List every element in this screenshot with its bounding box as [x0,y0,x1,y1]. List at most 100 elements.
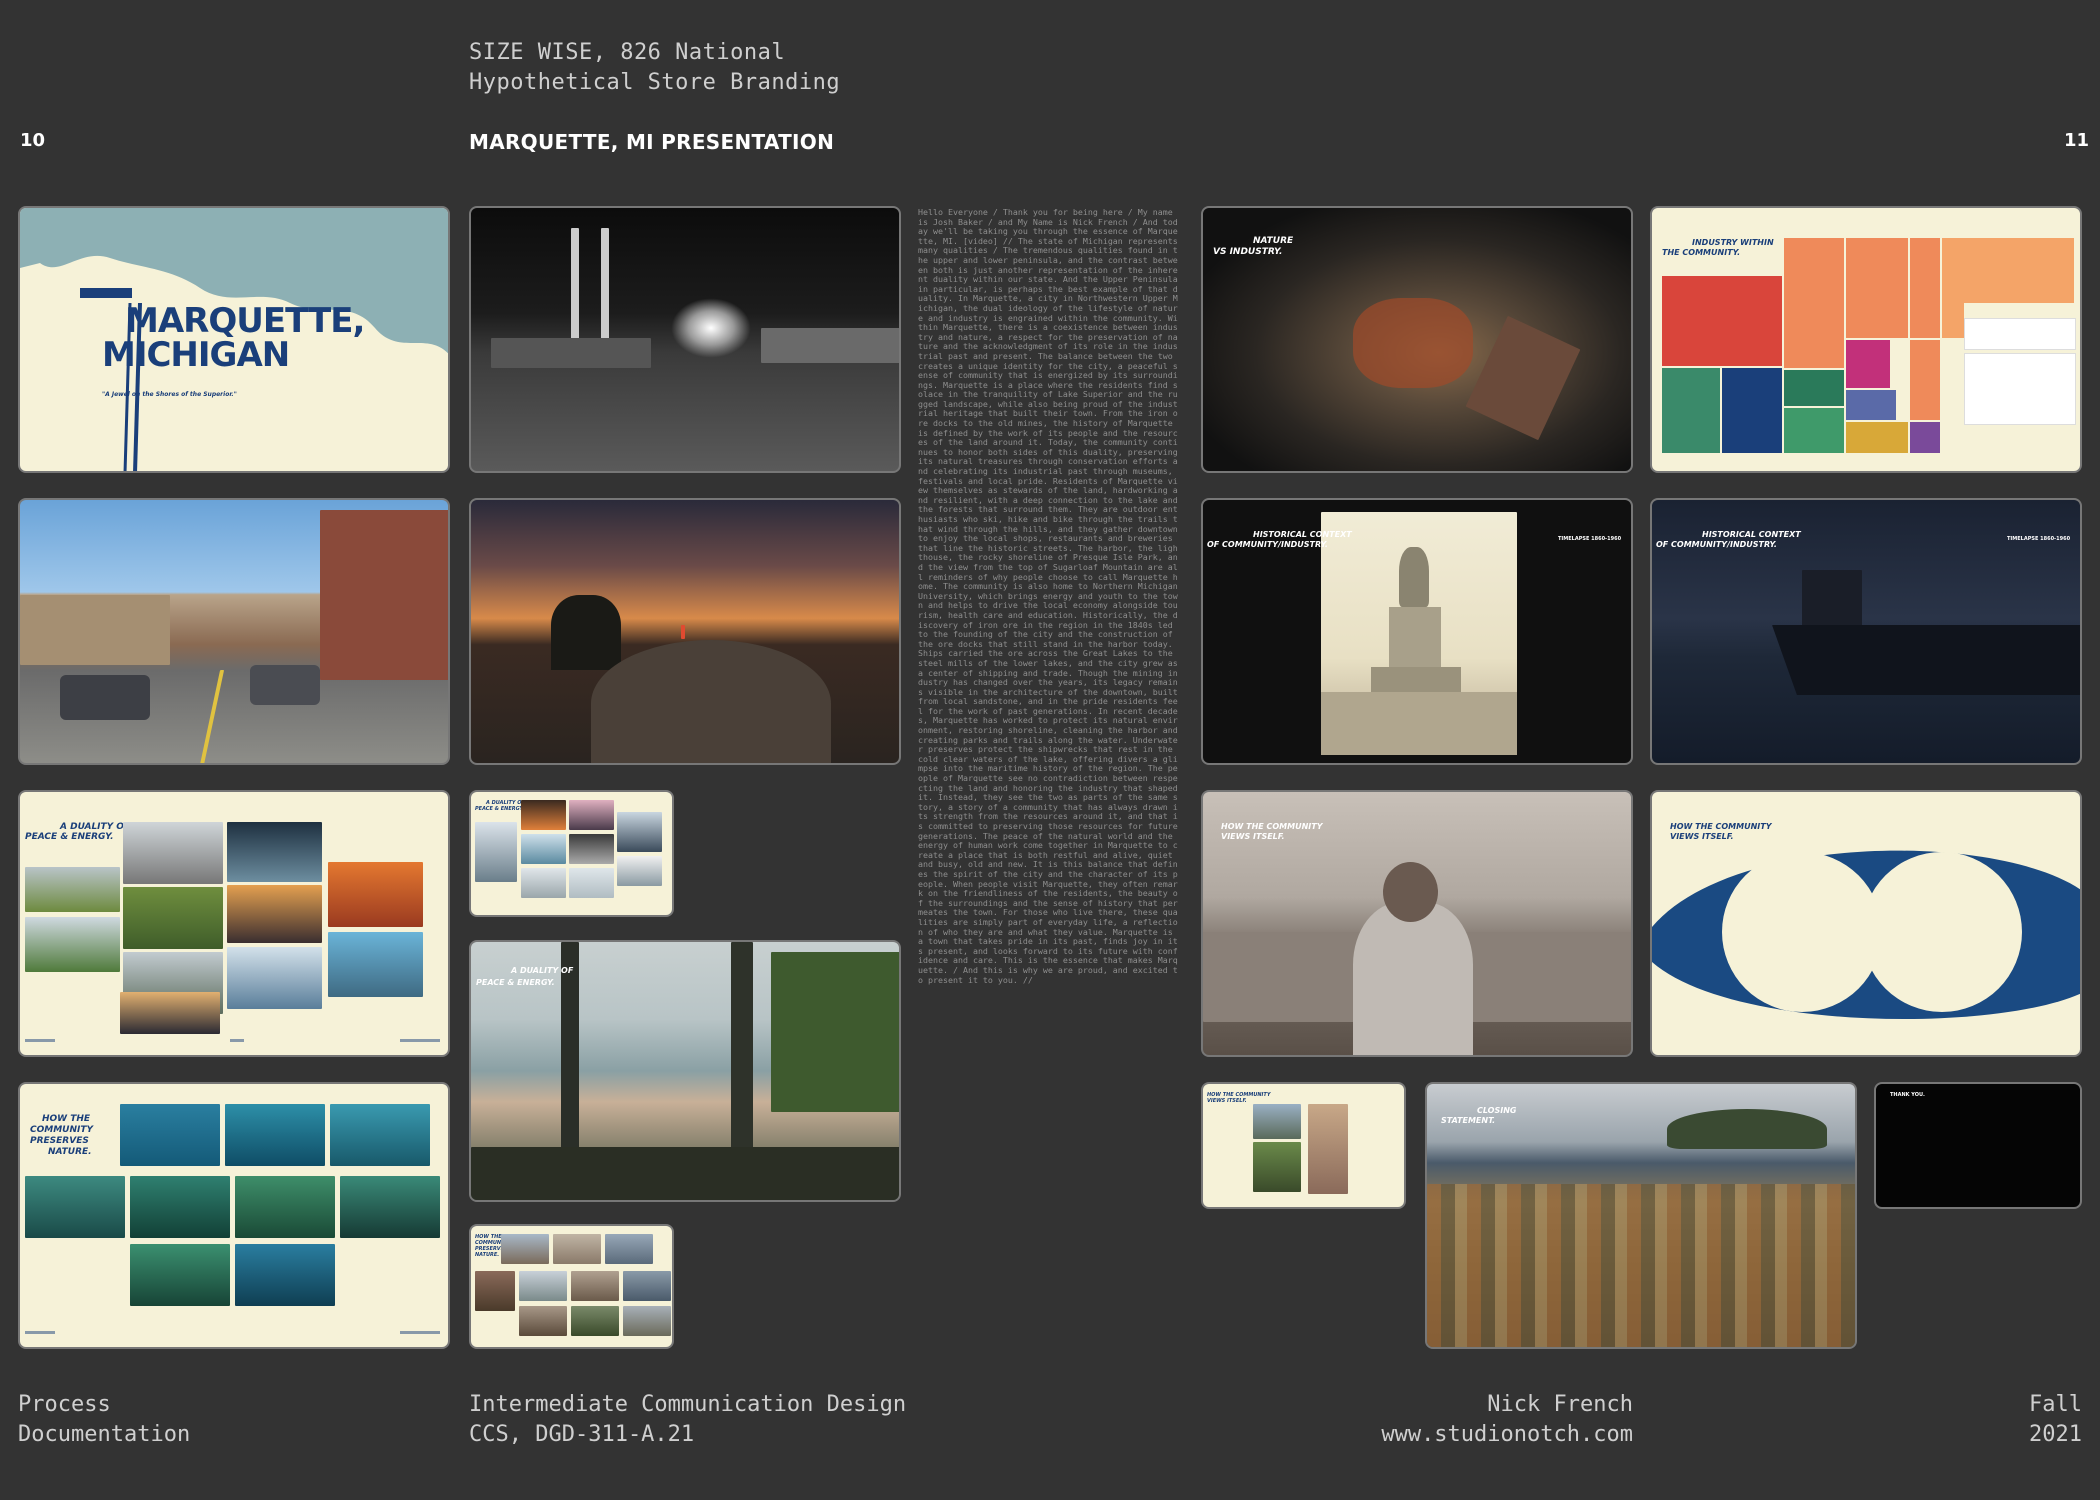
dock-tower [571,228,579,343]
road-line [199,670,225,763]
historical-1-title-line-1: HISTORICAL CONTEXT [1253,530,1352,539]
title-slide-tagline: "A Jewel on the Shores of the Superior." [102,391,237,398]
footer-website[interactable]: www.studionotch.com [1300,1420,1633,1450]
slide-sunset-overlook[interactable] [469,498,901,765]
parked-car [60,675,150,720]
treemap-notes [1964,353,2076,425]
treemap-educational [1740,276,1782,366]
slide-downtown-street[interactable] [18,498,450,765]
footer-term: Fall 2021 [1950,1390,2082,1450]
industry-title-line-2: THE COMMUNITY. [1662,248,1741,257]
photo-wreck-boiler [130,1244,230,1306]
slide-thank-you[interactable]: THANK YOU. [1874,1082,2082,1209]
photo-festival [569,800,614,830]
slide-duality-lake-video[interactable]: A DUALITY OF PEACE & ENERGY. [469,940,901,1202]
photo-snow-trail [569,868,614,898]
slide-nature-vs-industry[interactable]: NATURE VS INDUSTRY. [1201,206,1633,473]
slide-historical-statue[interactable]: HISTORICAL CONTEXT OF COMMUNITY/INDUSTRY… [1201,498,1633,765]
closing-title-line-1: CLOSING [1477,1106,1517,1115]
photo-overlook [123,822,223,884]
storefronts-right [320,510,448,680]
slide-views-small[interactable]: HOW THE COMMUNITY VIEWS ITSELF. [1201,1082,1406,1209]
preserves-line-1: HOW THE [42,1114,91,1124]
duality-small-line-2: PEACE & ENERGY. [475,806,525,812]
storefronts [761,328,899,363]
man-back [1353,902,1473,1055]
treemap-education-instruction [1784,238,1844,368]
footer-process-line-2: Documentation [18,1422,191,1447]
treemap-retail [1722,368,1782,453]
slide-preserves-nature[interactable]: HOW THE COMMUNITY PRESERVES NATURE. [18,1082,450,1349]
photo-wreck-hull [330,1104,430,1166]
duality-title-line-1: A DUALITY OF [60,822,131,832]
photo-snow [475,822,517,882]
photo-ski-race [617,812,662,852]
footer-term-line-1: Fall [2029,1392,2082,1417]
photo-rocks [475,1271,515,1311]
duality-video-line-1: A DUALITY OF [511,966,574,975]
slide-title[interactable]: MARQUETTE, MICHIGAN "A Jewel on the Shor… [18,206,450,473]
historical-1-title-line-2: OF COMMUNITY/INDUSTRY. [1207,540,1328,549]
slide-preserves-small[interactable]: HOW THE COMMUNITY PRESERVES NATURE. [469,1224,674,1349]
dock-tower [601,228,609,343]
storefronts [491,338,651,368]
treemap-professional [1784,370,1844,406]
foreground-railing [471,1147,899,1200]
footer-author-name: Nick French [1487,1392,1633,1417]
treemap-real-estate [1910,340,1940,420]
photo-waves [227,822,322,882]
slide-closing-statement[interactable]: CLOSING STATEMENT. [1425,1082,1857,1349]
photo-fall-colors [328,862,423,927]
treemap-other-services [1846,390,1896,420]
slide-views-itself-circles[interactable]: HOW THE COMMUNITY VIEWS ITSELF. [1650,790,2082,1057]
views-1-title-line-2: VIEWS ITSELF. [1221,832,1285,841]
header-subtitle: SIZE WISE, 826 National Hypothetical Sto… [469,38,840,98]
views-1-title-line-1: HOW THE COMMUNITY [1221,822,1323,831]
preserves-small-line-4: NATURE. [475,1252,500,1258]
header-line-2: Hypothetical Store Branding [469,70,841,95]
treemap-communication [1662,368,1720,453]
page-title: MARQUETTE, MI PRESENTATION [469,130,835,154]
footer-process-line-1: Process [18,1392,111,1417]
slide-footer [20,1331,448,1341]
photo-ski-jump [617,856,662,886]
photo-diver-surface [235,1244,335,1306]
views-2-title-line-1: HOW THE COMMUNITY [1670,822,1772,831]
photo-erosion [571,1271,619,1301]
photo-town [1253,1104,1301,1139]
treemap-service [2024,238,2074,303]
statue-photo [1321,512,1517,755]
photo-city-lake [227,947,322,1009]
title-slide-line-2: MICHIGAN [102,335,290,375]
treemap-legend [1964,318,2076,350]
preserves-line-3: PRESERVES [30,1136,89,1146]
photo-underwater [340,1176,440,1238]
pine-tree [551,595,621,670]
footer-course-line-2: CCS, DGD-311-A.21 [469,1422,695,1447]
treemap-information [1910,422,1940,453]
photo-wreck-deck [25,1176,125,1238]
parked-car [250,665,320,705]
slide-historical-ship[interactable]: HISTORICAL CONTEXT OF COMMUNITY/INDUSTRY… [1650,498,2082,765]
presentation-transcript: Hello Everyone / Thank you for being her… [918,208,1178,985]
slide-views-itself-rooftop[interactable]: HOW THE COMMUNITY VIEWS ITSELF. [1201,790,1633,1057]
photo-coast [519,1271,567,1301]
slide-duality-collage[interactable]: A DUALITY OF PEACE & ENERGY. [18,790,450,1057]
photo-people-coast [328,932,423,997]
treemap-finance [1846,340,1890,388]
treemap-health-care [1662,276,1740,366]
slide-duality-small[interactable]: A DUALITY OF PEACE & ENERGY. [469,790,674,917]
slide-industrial-night[interactable] [469,206,901,473]
preserves-line-2: COMMUNITY [30,1125,94,1135]
treemap-sciences [1910,238,1940,338]
thank-you-title: THANK YOU. [1890,1092,1925,1098]
slide-industry-treemap[interactable]: INDUSTRY WITHIN THE COMMUNITY. [1650,206,2082,473]
photo-hills [25,867,120,912]
footer-course: Intermediate Communication Design CCS, D… [469,1390,906,1450]
duality-title-line-2: PEACE & ENERGY. [25,832,114,842]
nature-title-line-1: NATURE [1253,236,1294,246]
storefronts-left [20,595,170,665]
photo-dunes [623,1306,671,1336]
photo-vegetation [571,1306,619,1336]
photo-diver [120,1104,220,1166]
